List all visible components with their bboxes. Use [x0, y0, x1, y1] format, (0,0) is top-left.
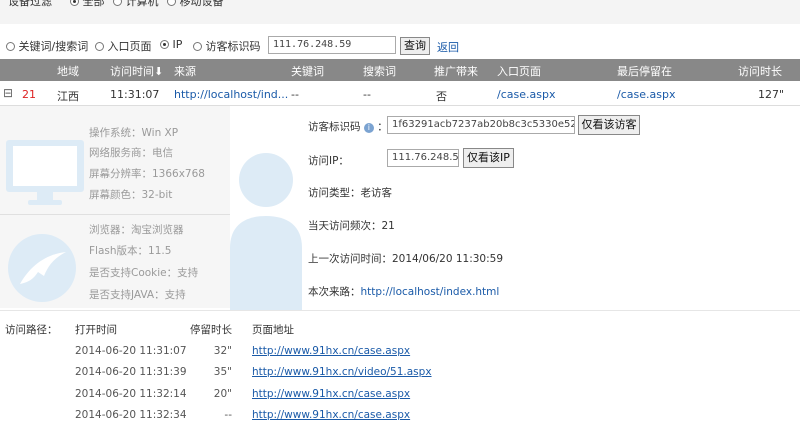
only-ip-button[interactable]: 仅看该IP [463, 148, 514, 168]
isp-info: 网络服务商：电信 [89, 147, 173, 159]
panel-divider [0, 214, 230, 215]
path-url-link[interactable]: http://www.91hx.cn/case.aspx [252, 409, 410, 421]
referrer-row: 本次来路：http://localhost/index.html [308, 286, 500, 298]
row-last-page-link[interactable]: /case.aspx [617, 88, 675, 101]
path-stay: 35" [213, 366, 232, 378]
col-search-term: 搜索词 [363, 65, 396, 78]
path-time: 2014-06-20 11:31:07 [75, 345, 187, 357]
col-duration: 访问时长 [738, 65, 782, 78]
collapse-icon[interactable]: ⊟ [3, 86, 13, 100]
path-time: 2014-06-20 11:32:14 [75, 388, 187, 400]
radio-icon[interactable] [6, 42, 15, 51]
path-url-link[interactable]: http://www.91hx.cn/video/51.aspx [252, 366, 432, 378]
section-divider [0, 310, 800, 311]
row-promo: 否 [436, 90, 447, 103]
filter-computer-option[interactable]: 计算机 [113, 0, 159, 9]
col-entry-page: 入口页面 [497, 65, 541, 78]
table-row[interactable]: ⊟ 21 江西 11:31:07 http://localhost/ind...… [0, 83, 800, 106]
path-time: 2014-06-20 11:32:34 [75, 409, 187, 421]
browser-info: 浏览器：淘宝浏览器 [89, 224, 184, 236]
cookie-info: 是否支持Cookie：支持 [89, 267, 199, 279]
path-time: 2014-06-20 11:31:39 [75, 366, 187, 378]
visit-frequency: 当天访问频次：21 [308, 220, 395, 232]
monitor-icon [6, 140, 84, 205]
radio-icon[interactable] [95, 42, 104, 51]
visitor-id-label: 访客标识码 i ： [308, 121, 388, 133]
col-stay: 停留时长 [190, 324, 232, 336]
col-promo: 推广带来 [434, 65, 478, 78]
java-info: 是否支持JAVA：支持 [89, 289, 186, 301]
path-stay: 32" [213, 345, 232, 357]
info-icon[interactable]: i [363, 123, 374, 133]
visit-path-label: 访问路径： [5, 324, 58, 336]
search-type-entry-page[interactable]: 入口页面 [95, 38, 152, 54]
visit-type: 访问类型：老访客 [308, 187, 392, 199]
row-region: 江西 [57, 90, 79, 103]
path-stay: 20" [213, 388, 232, 400]
visitor-avatar-icon [230, 153, 302, 310]
col-visit-time[interactable]: 访问时间⬇ [110, 63, 163, 79]
search-type-keyword[interactable]: 关键词/搜索词 [6, 38, 88, 54]
filter-mobile-option[interactable]: 移动设备 [167, 0, 224, 9]
back-link[interactable]: 返回 [437, 39, 459, 55]
col-source: 来源 [174, 65, 196, 78]
col-keyword: 关键词 [291, 65, 324, 78]
table-header: 地域 访问时间⬇ 来源 关键词 搜索词 推广带来 入口页面 最后停留在 访问时长 [0, 59, 800, 81]
col-last-page: 最后停留在 [617, 65, 672, 78]
radio-icon[interactable] [193, 42, 202, 51]
device-filter-bar: 设备过滤 全部 计算机 移动设备 [0, 0, 800, 24]
row-search-term: -- [363, 88, 371, 101]
col-open-time: 打开时间 [75, 324, 117, 336]
radio-icon[interactable] [113, 0, 122, 6]
col-page-url: 页面地址 [252, 324, 294, 336]
filter-all-option[interactable]: 全部 [70, 0, 105, 9]
row-entry-page-link[interactable]: /case.aspx [497, 88, 555, 101]
radio-icon[interactable] [70, 0, 79, 6]
device-filter-label: 设备过滤 [8, 0, 52, 8]
radio-icon[interactable] [160, 40, 169, 49]
browser-icon [8, 234, 76, 302]
last-visit-time: 上一次访问时间：2014/06/20 11:30:59 [308, 253, 504, 265]
row-duration: 127" [758, 88, 785, 101]
sort-down-icon: ⬇ [154, 65, 164, 78]
color-depth-info: 屏幕颜色：32-bit [89, 189, 173, 201]
search-type-visitor-id[interactable]: 访客标识码 [193, 38, 261, 54]
row-time: 11:31:07 [110, 88, 160, 101]
flash-info: Flash版本：11.5 [89, 245, 172, 257]
only-visitor-button[interactable]: 仅看该访客 [578, 115, 640, 135]
path-url-link[interactable]: http://www.91hx.cn/case.aspx [252, 345, 410, 357]
search-type-ip[interactable]: IP [160, 38, 182, 51]
os-info: 操作系统：Win XP [89, 127, 179, 139]
visit-ip-label: 访问IP： [308, 155, 349, 167]
path-stay: -- [224, 409, 232, 421]
referrer-link[interactable]: http://localhost/index.html [361, 286, 500, 298]
visitor-id-field[interactable]: 1f63291acb7237ab20b8c3c5330e52c7 [387, 116, 575, 134]
radio-icon[interactable] [167, 0, 176, 6]
path-url-link[interactable]: http://www.91hx.cn/case.aspx [252, 388, 410, 400]
resolution-info: 屏幕分辨率：1366x768 [89, 168, 205, 180]
search-input[interactable]: 111.76.248.59 [268, 36, 396, 54]
query-button[interactable]: 查询 [400, 37, 430, 55]
row-keyword: -- [291, 88, 299, 101]
visit-ip-field[interactable]: 111.76.248.59 [387, 149, 459, 167]
row-index: 21 [22, 88, 36, 101]
row-source-link[interactable]: http://localhost/ind... [174, 88, 288, 101]
col-region: 地域 [57, 65, 79, 78]
